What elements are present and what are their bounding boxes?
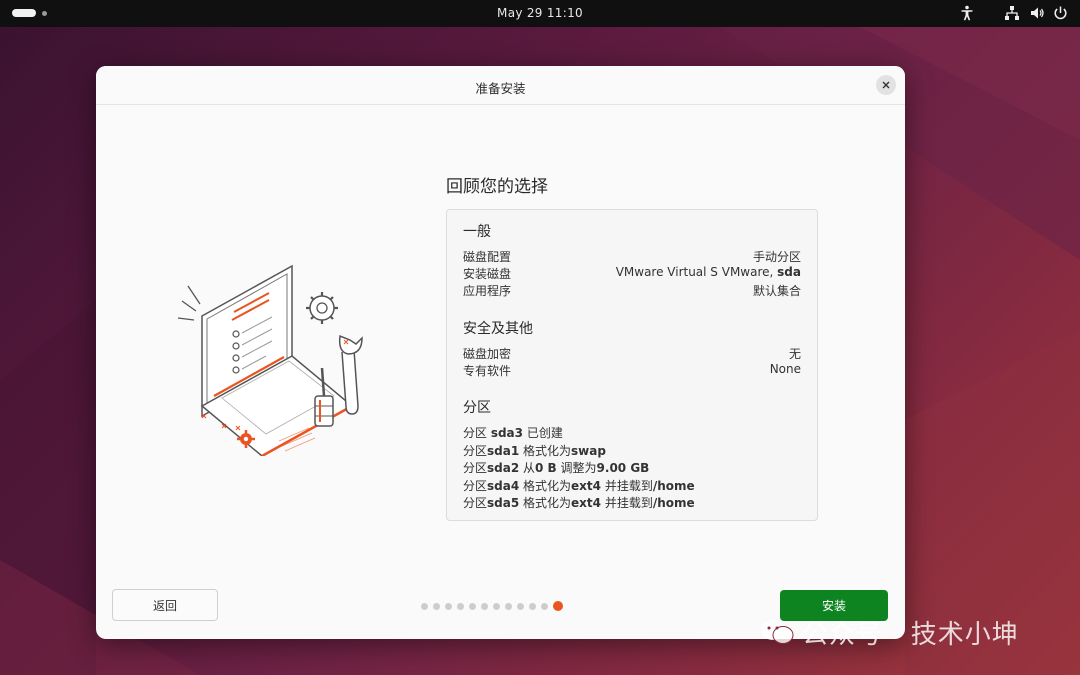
close-button[interactable] [876, 75, 896, 95]
wechat-icon [761, 620, 794, 644]
progress-dot [445, 602, 452, 610]
partition-line: 分区sda2 从0 B 调整为9.00 GB [463, 461, 650, 475]
clock[interactable]: May 29 11:10 [497, 6, 583, 20]
partition-line: 分区sda4 格式化为ext4 并挂载到/home [463, 478, 695, 493]
close-icon [882, 81, 890, 89]
accessibility-icon[interactable] [960, 5, 974, 21]
dialog-header: 准备安装 [96, 66, 905, 105]
back-button[interactable]: 返回 [112, 589, 218, 621]
summary-row: 应用程序 默认集合 [463, 282, 801, 299]
watermark-text: 公众号 · 技术小坤 [802, 619, 1019, 650]
progress-dot [457, 602, 464, 610]
summary-row: 磁盘配置 手动分区 [463, 248, 801, 265]
dialog-title: 准备安装 [475, 81, 526, 96]
install-disk-value: VMware Virtual S VMware, sda [615, 265, 801, 279]
summary-panel: 一般 磁盘配置 手动分区 安装磁盘 VMware Virtual S VMwar… [446, 209, 818, 521]
disk-encryption-value: 无 [788, 347, 801, 361]
progress-dot [517, 602, 524, 610]
disk-config-value: 手动分区 [752, 250, 801, 264]
progress-dot [505, 602, 512, 610]
progress-dot [541, 602, 548, 610]
installer-dialog: 准备安装 回顾您的选择 一般 磁盘配置 手动分区 安装磁盘 VMware Vir… [96, 66, 905, 639]
network-icon[interactable] [1004, 5, 1020, 21]
disk-encryption-label: 磁盘加密 [463, 347, 512, 361]
partition-line: 分区sda1 格式化为swap [463, 443, 606, 458]
install-disk-label: 安装磁盘 [463, 267, 512, 281]
progress-dot [481, 602, 488, 610]
progress-dot-active [553, 601, 563, 611]
partition-line: 分区 sda3 已创建 [463, 426, 563, 440]
general-group-title: 一般 [463, 224, 491, 240]
partitions-group-title: 分区 [463, 400, 491, 416]
progress-dot [421, 602, 428, 610]
progress-dot [433, 602, 440, 610]
progress-dot [529, 602, 536, 610]
security-group-title: 安全及其他 [463, 321, 533, 337]
progress-dot [493, 602, 500, 610]
applications-value: 默认集合 [752, 284, 801, 298]
summary-row: 磁盘加密 无 [463, 345, 801, 362]
disk-config-label: 磁盘配置 [463, 250, 512, 264]
review-heading: 回顾您的选择 [446, 177, 548, 197]
proprietary-software-label: 专有软件 [463, 364, 512, 378]
applications-label: 应用程序 [463, 284, 512, 298]
volume-icon[interactable] [1029, 5, 1045, 21]
partition-line: 分区sda5 格式化为ext4 并挂载到/home [463, 496, 695, 510]
progress-dot [469, 602, 476, 610]
summary-row: 专有软件 None [463, 362, 801, 379]
summary-row: 安装磁盘 VMware Virtual S VMware, sda [463, 265, 801, 282]
step-progress-dots [421, 601, 563, 611]
laptop-tools-illustration [177, 264, 363, 456]
watermark: 公众号 · 技术小坤 [760, 612, 1060, 652]
top-bar: May 29 11:10 [0, 0, 1080, 27]
proprietary-software-value: None [769, 362, 801, 376]
power-icon[interactable] [1053, 5, 1068, 21]
